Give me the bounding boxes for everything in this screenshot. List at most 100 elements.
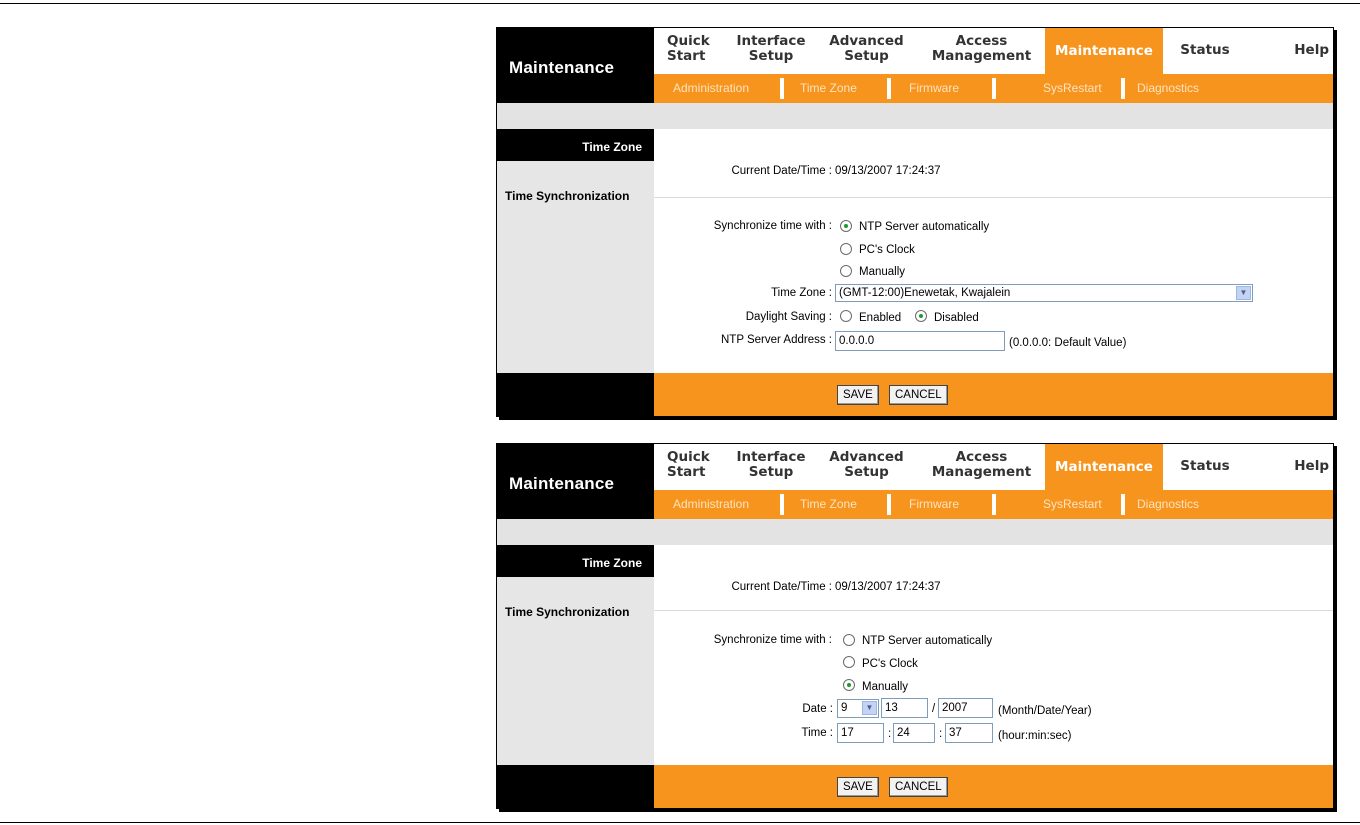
sync-manually-radio[interactable] xyxy=(840,265,852,277)
sync-pc-clock-radio[interactable] xyxy=(843,656,855,668)
sync-pc-clock-radio[interactable] xyxy=(840,243,852,255)
subnav-separator xyxy=(992,78,996,99)
sub-nav: Administration Time Zone Firmware SysRes… xyxy=(654,490,1333,519)
main-nav: Quick Start Interface Setup Advanced Setup … xyxy=(654,28,1333,74)
section-subtitle: Time Synchronization xyxy=(505,189,630,203)
main-nav: Quick Start Interface Setup Advanced Setup … xyxy=(654,444,1333,490)
date-separator: / xyxy=(932,703,936,715)
sync-label: Synchronize time with : xyxy=(713,220,832,232)
sync-pc-clock-label: PC's Clock xyxy=(859,244,915,256)
footer-left xyxy=(497,765,654,808)
cancel-button[interactable]: CANCEL xyxy=(889,385,948,405)
footer-left xyxy=(497,373,654,416)
sync-ntp-radio[interactable] xyxy=(840,220,852,232)
left-column xyxy=(497,129,654,373)
brand-title: Maintenance xyxy=(497,444,654,519)
subnav-firmware[interactable]: Firmware xyxy=(909,81,959,95)
daylight-enabled-radio[interactable] xyxy=(840,310,852,322)
day-input[interactable]: 13 xyxy=(881,698,928,718)
sync-manually-radio[interactable] xyxy=(843,679,855,691)
nav-advanced-setup[interactable]: Advanced Setup xyxy=(824,34,909,64)
nav-help[interactable]: Help xyxy=(1279,43,1329,58)
chevron-down-icon: ▼ xyxy=(862,701,877,715)
subnav-firmware[interactable]: Firmware xyxy=(909,497,959,511)
nav-quick-start[interactable]: Quick Start xyxy=(667,34,717,64)
sync-manually-label: Manually xyxy=(862,681,909,693)
daylight-label: Daylight Saving : xyxy=(745,311,832,323)
nav-access-management[interactable]: Access Management xyxy=(929,450,1034,480)
subnav-sysrestart[interactable]: SysRestart xyxy=(1043,497,1102,511)
sync-pc-clock-label: PC's Clock xyxy=(862,658,918,670)
section-subtitle: Time Synchronization xyxy=(505,605,630,619)
spacer-stripe xyxy=(497,103,1333,129)
subnav-administration[interactable]: Administration xyxy=(673,81,749,95)
time-label: Time : xyxy=(801,727,833,739)
subnav-diagnostics[interactable]: Diagnostics xyxy=(1137,81,1199,95)
subnav-sysrestart[interactable]: SysRestart xyxy=(1043,81,1102,95)
brand-title: Maintenance xyxy=(497,28,654,103)
subnav-separator xyxy=(1121,78,1125,99)
sub-nav: Administration Time Zone Firmware SysRes… xyxy=(654,74,1333,103)
date-hint: (Month/Date/Year) xyxy=(998,705,1092,717)
timezone-label: Time Zone : xyxy=(771,287,832,299)
daylight-enabled-label: Enabled xyxy=(859,312,902,324)
subnav-separator xyxy=(887,494,891,515)
nav-status[interactable]: Status xyxy=(1175,459,1235,474)
subnav-separator xyxy=(992,494,996,515)
save-button[interactable]: SAVE xyxy=(837,777,879,797)
nav-advanced-setup[interactable]: Advanced Setup xyxy=(824,450,909,480)
footer-bar: SAVE CANCEL xyxy=(654,765,1333,808)
nav-interface-setup[interactable]: Interface Setup xyxy=(736,450,806,480)
nav-maintenance[interactable]: Maintenance xyxy=(1045,28,1163,74)
current-datetime-label: Current Date/Time : xyxy=(731,581,832,593)
month-select[interactable]: 9 ▼ xyxy=(837,699,879,718)
nav-help[interactable]: Help xyxy=(1279,459,1329,474)
current-datetime-value: 09/13/2007 17:24:37 xyxy=(835,165,941,177)
sync-label: Synchronize time with : xyxy=(713,634,832,646)
timezone-select[interactable]: (GMT-12:00)Enewetak, Kwajalein ▼ xyxy=(835,284,1253,302)
sync-manually-label: Manually xyxy=(859,266,906,278)
maintenance-panel-manual: Maintenance Quick Start Interface Setup Ad… xyxy=(496,443,1334,809)
divider xyxy=(654,610,1333,611)
date-label: Date : xyxy=(802,703,833,715)
sync-ntp-label: NTP Server automatically xyxy=(862,635,993,647)
subnav-time-zone[interactable]: Time Zone xyxy=(800,81,857,95)
cancel-button[interactable]: CANCEL xyxy=(889,777,948,797)
nav-quick-start[interactable]: Quick Start xyxy=(667,450,717,480)
daylight-disabled-radio[interactable] xyxy=(915,310,927,322)
year-input[interactable]: 2007 xyxy=(938,698,993,718)
subnav-separator xyxy=(1121,494,1125,515)
time-hint: (hour:min:sec) xyxy=(998,730,1072,742)
section-title: Time Zone xyxy=(497,545,654,577)
current-datetime-label: Current Date/Time : xyxy=(731,165,832,177)
bottom-rule xyxy=(0,822,1360,823)
nav-status[interactable]: Status xyxy=(1175,43,1235,58)
second-input[interactable]: 37 xyxy=(945,723,993,743)
save-button[interactable]: SAVE xyxy=(837,385,879,405)
ntp-address-label: NTP Server Address : xyxy=(721,334,832,346)
left-column xyxy=(497,545,654,765)
subnav-time-zone[interactable]: Time Zone xyxy=(800,497,857,511)
minute-input[interactable]: 24 xyxy=(893,723,935,743)
divider xyxy=(654,197,1333,198)
nav-interface-setup[interactable]: Interface Setup xyxy=(736,34,806,64)
subnav-diagnostics[interactable]: Diagnostics xyxy=(1137,497,1199,511)
subnav-administration[interactable]: Administration xyxy=(673,497,749,511)
ntp-address-input[interactable]: 0.0.0.0 xyxy=(835,331,1005,351)
maintenance-panel-ntp: Maintenance Quick Start Interface Setup Ad… xyxy=(496,27,1334,417)
time-separator: : xyxy=(939,728,943,740)
footer-bar: SAVE CANCEL xyxy=(654,373,1333,416)
chevron-down-icon: ▼ xyxy=(1236,286,1251,300)
subnav-separator xyxy=(780,78,784,99)
subnav-separator xyxy=(780,494,784,515)
time-separator: : xyxy=(888,728,892,740)
sync-ntp-radio[interactable] xyxy=(843,634,855,646)
current-datetime-value: 09/13/2007 17:24:37 xyxy=(835,581,941,593)
hour-input[interactable]: 17 xyxy=(837,723,884,743)
nav-access-management[interactable]: Access Management xyxy=(929,34,1034,64)
subnav-separator xyxy=(887,78,891,99)
nav-maintenance[interactable]: Maintenance xyxy=(1045,444,1163,490)
section-title: Time Zone xyxy=(497,129,654,161)
ntp-address-hint: (0.0.0.0: Default Value) xyxy=(1009,337,1127,349)
spacer-stripe xyxy=(497,519,1333,545)
